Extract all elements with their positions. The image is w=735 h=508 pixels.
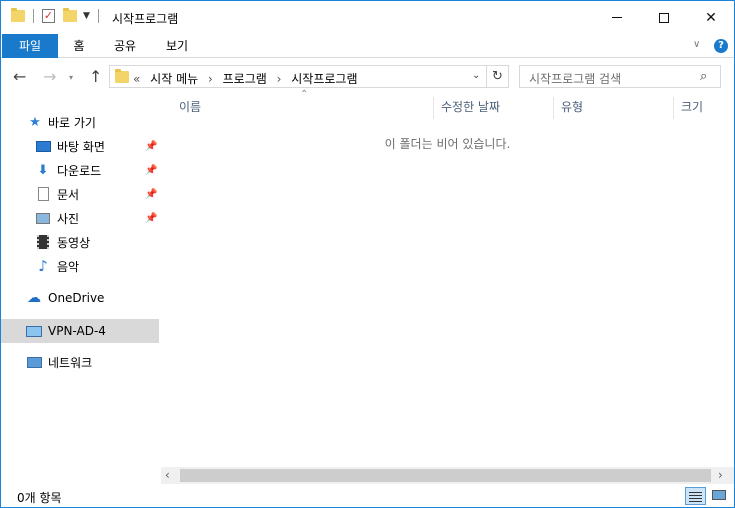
- column-divider[interactable]: [433, 97, 434, 119]
- nav-item-pictures[interactable]: 사진 📌: [1, 206, 159, 230]
- nav-item-label: 바로 가기: [48, 115, 96, 130]
- refresh-button[interactable]: ↻: [486, 66, 508, 87]
- nav-item-onedrive[interactable]: ☁ OneDrive: [1, 286, 159, 310]
- folder-icon: [11, 8, 25, 22]
- large-icons-view-button[interactable]: [709, 487, 730, 505]
- pin-icon[interactable]: 📌: [145, 141, 157, 152]
- tab-file[interactable]: 파일: [2, 34, 58, 58]
- large-icons-icon: [712, 490, 726, 500]
- nav-item-downloads[interactable]: ⬇ 다운로드 📌: [1, 158, 159, 182]
- title-bar: ✓ ▼ 시작프로그램 ✕: [1, 1, 734, 34]
- pin-icon[interactable]: 📌: [145, 213, 157, 224]
- nav-item-quick-access[interactable]: ★ 바로 가기: [1, 110, 159, 134]
- properties-icon[interactable]: ✓: [42, 9, 55, 23]
- minimize-button[interactable]: [594, 1, 640, 34]
- empty-folder-message: 이 폴더는 비어 있습니다.: [384, 137, 511, 151]
- nav-item-this-pc[interactable]: VPN-AD-4: [1, 319, 159, 343]
- column-header-size[interactable]: 크기: [681, 95, 731, 119]
- scroll-left-icon[interactable]: ‹: [165, 468, 170, 482]
- nav-item-label: VPN-AD-4: [48, 324, 106, 338]
- breadcrumb-startup[interactable]: 시작프로그램: [291, 72, 357, 86]
- breadcrumb-programs[interactable]: 프로그램: [223, 72, 267, 86]
- quick-access-toolbar: ✓ ▼: [11, 8, 107, 23]
- nav-item-label: OneDrive: [48, 291, 105, 305]
- column-divider[interactable]: [673, 97, 674, 119]
- help-icon[interactable]: ?: [714, 39, 728, 53]
- network-icon: [26, 354, 42, 370]
- cloud-icon: ☁: [27, 290, 41, 306]
- horizontal-scrollbar[interactable]: ‹ ›: [161, 467, 734, 484]
- breadcrumb-start-menu[interactable]: 시작 메뉴: [150, 72, 198, 86]
- nav-item-videos[interactable]: 동영상: [1, 230, 159, 254]
- chevron-right-icon[interactable]: ›: [208, 72, 213, 86]
- minimize-icon: [612, 17, 622, 18]
- file-list[interactable]: ⌃ 이름 수정한 날짜 유형 크기 이 폴더는 비어 있습니다.: [161, 89, 734, 467]
- desktop-icon: [35, 138, 51, 154]
- chevron-right-icon[interactable]: ›: [277, 72, 282, 86]
- nav-item-label: 다운로드: [57, 163, 102, 178]
- computer-icon: [26, 323, 42, 339]
- download-icon: ⬇: [37, 162, 49, 178]
- new-folder-icon[interactable]: [63, 8, 77, 22]
- maximize-button[interactable]: [641, 1, 687, 34]
- nav-item-label: 바탕 화면: [57, 139, 105, 154]
- nav-item-documents[interactable]: 문서 📌: [1, 182, 159, 206]
- star-icon: ★: [29, 114, 41, 130]
- nav-item-label: 동영상: [57, 235, 91, 250]
- item-count: 0개 항목: [17, 491, 62, 505]
- music-icon: ♪: [38, 257, 48, 275]
- maximize-icon: [659, 12, 669, 23]
- scroll-right-icon[interactable]: ›: [718, 468, 723, 482]
- scrollbar-thumb[interactable]: [180, 469, 711, 482]
- nav-item-label: 음악: [57, 259, 80, 274]
- pictures-icon: [35, 210, 51, 226]
- tab-home[interactable]: 홈: [63, 34, 95, 58]
- back-button[interactable]: ←: [13, 67, 26, 86]
- nav-item-desktop[interactable]: 바탕 화면 📌: [1, 134, 159, 158]
- navigation-pane: ★ 바로 가기 바탕 화면 📌 ⬇ 다운로드 📌 문서 📌 사진 📌 동영상 ♪…: [1, 95, 161, 483]
- up-button[interactable]: ↑: [89, 67, 102, 86]
- column-header-name[interactable]: 이름: [179, 95, 429, 119]
- close-button[interactable]: ✕: [688, 1, 734, 34]
- search-input[interactable]: 시작프로그램 검색: [529, 70, 621, 87]
- tab-view[interactable]: 보기: [157, 34, 197, 58]
- nav-item-label: 네트워크: [48, 355, 93, 370]
- videos-icon: [35, 234, 51, 250]
- breadcrumb: « 시작 메뉴 › 프로그램 › 시작프로그램: [133, 70, 364, 87]
- search-box[interactable]: 시작프로그램 검색 ⌕: [519, 65, 721, 88]
- recent-locations-icon[interactable]: ▾: [69, 73, 73, 82]
- toolbar-divider: [33, 9, 34, 23]
- customize-toolbar-icon[interactable]: ▼: [83, 11, 90, 21]
- search-icon[interactable]: ⌕: [700, 69, 707, 84]
- nav-item-label: 사진: [57, 211, 80, 226]
- documents-icon: [35, 186, 51, 202]
- close-icon: ✕: [705, 9, 717, 26]
- address-bar[interactable]: « 시작 메뉴 › 프로그램 › 시작프로그램 ⌄ ↻: [109, 65, 509, 88]
- explorer-window: ✓ ▼ 시작프로그램 ✕ 파일 홈 공유 보기 ∨ ? ← → ▾ ↑ « 시작…: [0, 0, 735, 508]
- pin-icon[interactable]: 📌: [145, 165, 157, 176]
- expand-ribbon-icon[interactable]: ∨: [693, 39, 700, 50]
- breadcrumb-overflow[interactable]: «: [133, 72, 140, 86]
- ribbon: 파일 홈 공유 보기 ∨ ?: [1, 34, 734, 58]
- pin-icon[interactable]: 📌: [145, 189, 157, 200]
- column-header-date-modified[interactable]: 수정한 날짜: [441, 95, 551, 119]
- nav-item-music[interactable]: ♪ 음악: [1, 254, 159, 278]
- nav-item-label: 문서: [57, 187, 80, 202]
- column-header-type[interactable]: 유형: [561, 95, 671, 119]
- navigation-bar: ← → ▾ ↑ « 시작 메뉴 › 프로그램 › 시작프로그램 ⌄ ↻ 시작프로…: [1, 59, 734, 95]
- window-title: 시작프로그램: [112, 12, 179, 26]
- nav-item-network[interactable]: 네트워크: [1, 350, 159, 374]
- column-divider[interactable]: [553, 97, 554, 119]
- details-view-button[interactable]: [685, 487, 706, 505]
- toolbar-divider: [97, 9, 99, 23]
- forward-button[interactable]: →: [43, 67, 56, 86]
- chevron-down-icon[interactable]: ⌄: [472, 70, 480, 81]
- tab-share[interactable]: 공유: [105, 34, 145, 58]
- status-bar: 0개 항목: [1, 484, 734, 507]
- folder-icon: [115, 69, 129, 83]
